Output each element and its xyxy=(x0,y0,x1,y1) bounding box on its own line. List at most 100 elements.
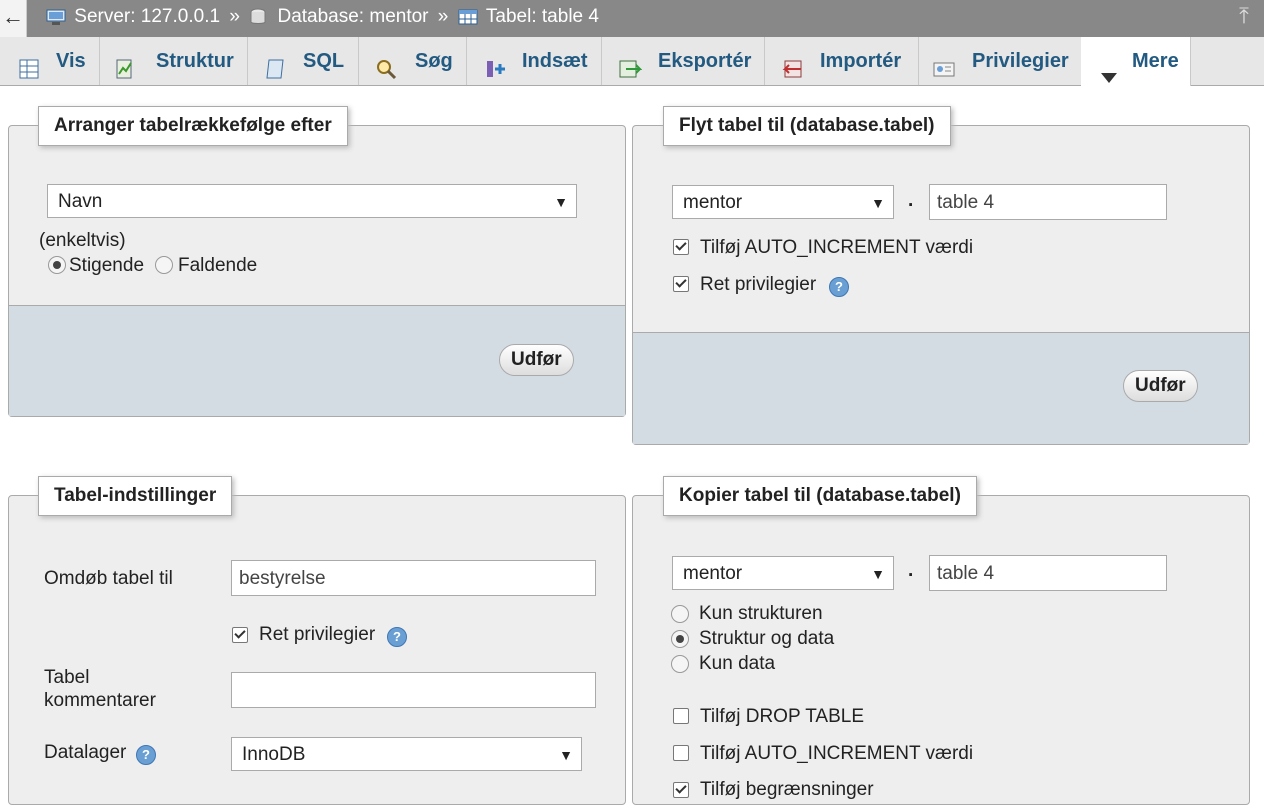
sql-icon xyxy=(264,50,288,79)
drop-table-checkbox[interactable] xyxy=(673,708,689,724)
asc-label: Stigende xyxy=(69,255,145,276)
copy-table-input[interactable]: table 4 xyxy=(929,555,1167,591)
move-table-panel: Udfør mentor ▼ . table 4 Tilføj AUTO_INC… xyxy=(632,125,1250,445)
structure-icon xyxy=(115,50,139,79)
dropdown-arrow-icon: ▼ xyxy=(554,194,568,210)
comments-input[interactable] xyxy=(231,672,596,708)
dropdown-arrow-icon: ▼ xyxy=(871,566,885,582)
submit-button[interactable]: Udfør xyxy=(499,344,574,376)
target-table-input[interactable]: table 4 xyxy=(929,184,1167,220)
comments-label: kommentarer xyxy=(44,690,156,711)
copy-table-panel: mentor ▼ . table 4 Kun strukturen Strukt… xyxy=(632,495,1250,805)
tab-export[interactable]: Eksportér xyxy=(601,37,765,85)
copy-database-select[interactable]: mentor ▼ xyxy=(672,556,894,590)
structure-only-label: Kun strukturen xyxy=(699,603,823,624)
constraints-checkbox[interactable] xyxy=(673,782,689,798)
breadcrumb: Server: 127.0.0.1 » Database: mentor » T… xyxy=(46,6,599,28)
dot-separator: . xyxy=(908,560,914,581)
structure-and-data-label: Struktur og data xyxy=(699,628,835,649)
import-icon xyxy=(781,50,805,78)
dropdown-arrow-icon: ▼ xyxy=(559,747,573,763)
server-icon xyxy=(46,8,66,26)
auto-increment-label: Tilføj AUTO_INCREMENT værdi xyxy=(700,743,974,764)
adjust-privileges-label: Ret privilegier xyxy=(700,274,817,295)
panel-legend: Tabel-indstillinger xyxy=(38,476,233,516)
tab-insert[interactable]: Indsæt xyxy=(466,37,602,85)
tab-label: Søg xyxy=(415,50,453,72)
triangle-down-icon xyxy=(1100,54,1124,83)
panel-legend: Kopier tabel til (database.tabel) xyxy=(663,476,977,516)
submit-button[interactable]: Udfør xyxy=(1123,370,1198,402)
help-icon[interactable]: ? xyxy=(829,277,849,297)
drop-table-label: Tilføj DROP TABLE xyxy=(700,706,864,727)
search-icon xyxy=(375,50,399,80)
export-icon xyxy=(618,50,643,78)
constraints-label: Tilføj begrænsninger xyxy=(700,779,874,800)
data-only-label: Kun data xyxy=(699,653,776,674)
structure-and-data-radio[interactable] xyxy=(671,630,689,648)
asc-radio[interactable] xyxy=(48,256,66,274)
tab-label: Privilegier xyxy=(972,50,1069,72)
tab-privileges[interactable]: Privilegier xyxy=(918,37,1082,85)
tab-search[interactable]: Søg xyxy=(358,37,467,85)
auto-increment-checkbox[interactable] xyxy=(673,745,689,761)
tab-label: Indsæt xyxy=(522,50,588,72)
panel-footer: Udfør xyxy=(9,305,625,416)
structure-only-radio[interactable] xyxy=(671,605,689,623)
breadcrumb-bar: ← Server: 127.0.0.1 » Database: mentor »… xyxy=(0,0,1264,37)
data-only-radio[interactable] xyxy=(671,655,689,673)
breadcrumb-separator: » xyxy=(229,6,240,27)
database-icon xyxy=(249,8,269,26)
panel-legend: Arranger tabelrækkefølge efter xyxy=(38,106,348,146)
rename-input[interactable]: bestyrelse xyxy=(231,560,596,596)
tab-sql[interactable]: SQL xyxy=(247,37,359,85)
order-by-select[interactable]: Navn ▼ xyxy=(47,184,577,218)
tab-label: Mere xyxy=(1132,50,1179,72)
tab-label: Importér xyxy=(820,50,902,72)
comments-label: Tabel xyxy=(44,667,90,688)
select-value: Navn xyxy=(58,191,103,212)
tab-structure[interactable]: Struktur xyxy=(99,37,248,85)
table-icon xyxy=(458,8,478,26)
tab-label: Vis xyxy=(56,50,86,72)
adjust-privileges-label: Ret privilegier xyxy=(259,624,376,645)
help-icon[interactable]: ? xyxy=(136,745,156,765)
auto-increment-checkbox[interactable] xyxy=(673,239,689,255)
desc-radio[interactable] xyxy=(155,256,173,274)
select-value: mentor xyxy=(683,563,743,584)
dropdown-arrow-icon: ▼ xyxy=(871,195,885,211)
collapse-top-icon[interactable]: ⤒ xyxy=(1234,5,1254,28)
tab-more[interactable]: Mere xyxy=(1081,37,1191,86)
tab-import[interactable]: Importér xyxy=(764,37,919,85)
panel-legend: Flyt tabel til (database.tabel) xyxy=(663,106,951,146)
privileges-icon xyxy=(932,50,956,77)
breadcrumb-database[interactable]: Database: mentor xyxy=(277,6,428,28)
auto-increment-label: Tilføj AUTO_INCREMENT værdi xyxy=(700,237,974,258)
browse-icon xyxy=(18,50,42,79)
dot-separator: . xyxy=(908,190,914,211)
table-options-panel: Omdøb tabel til bestyrelse Ret privilegi… xyxy=(8,495,626,805)
tab-label: Eksportér xyxy=(658,50,752,72)
engine-select[interactable]: InnoDB ▼ xyxy=(231,737,582,771)
table-order-panel: Udfør Navn ▼ (enkeltvis) Stigende Falden… xyxy=(8,125,626,417)
tab-browse[interactable]: Vis xyxy=(0,37,100,85)
insert-icon xyxy=(483,50,507,77)
target-database-select[interactable]: mentor ▼ xyxy=(672,185,894,219)
rename-label: Omdøb tabel til xyxy=(44,568,173,589)
order-mode-label: (enkeltvis) xyxy=(39,230,126,251)
breadcrumb-separator: » xyxy=(437,6,449,27)
back-arrow-icon[interactable]: ← xyxy=(0,0,27,37)
engine-label: Datalager xyxy=(44,742,127,763)
help-icon[interactable]: ? xyxy=(387,627,407,647)
tab-bar: Vis Struktur SQL Søg Indsæt Eksportér Im… xyxy=(0,37,1264,86)
breadcrumb-server[interactable]: Server: 127.0.0.1 xyxy=(74,6,220,28)
select-value: InnoDB xyxy=(242,744,306,765)
tab-label: SQL xyxy=(303,50,345,72)
desc-label: Faldende xyxy=(178,255,258,276)
tab-label: Struktur xyxy=(156,50,234,72)
select-value: mentor xyxy=(683,192,743,213)
panel-footer: Udfør xyxy=(633,332,1249,444)
breadcrumb-table[interactable]: Tabel: table 4 xyxy=(486,6,599,28)
adjust-privileges-checkbox[interactable] xyxy=(232,627,248,643)
adjust-privileges-checkbox[interactable] xyxy=(673,276,689,292)
